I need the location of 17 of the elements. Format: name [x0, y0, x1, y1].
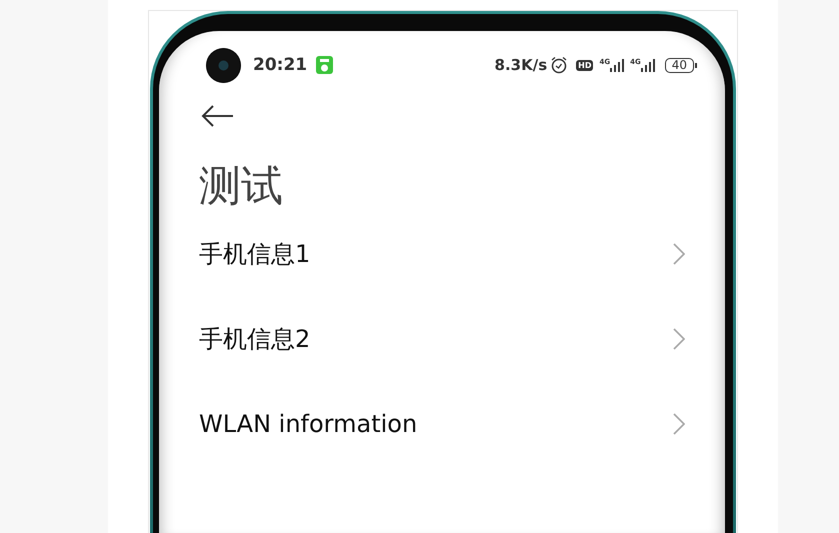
list-item[interactable]: 手机信息1: [199, 211, 685, 296]
list-item[interactable]: 手机信息2: [199, 296, 685, 381]
chevron-icon: [673, 328, 685, 350]
signal-icon: [610, 58, 624, 72]
chevron-icon: [673, 412, 685, 434]
alarm-icon: [550, 56, 568, 74]
camera-icon: [206, 48, 241, 82]
clock: 20:21: [253, 55, 308, 75]
back-icon[interactable]: [201, 105, 235, 127]
network-speed: 8.3K/s: [494, 56, 548, 74]
list-item[interactable]: WLAN information: [199, 381, 685, 466]
battery-level: 40: [664, 58, 694, 72]
signal-icon: [640, 58, 655, 72]
chevron-icon: [673, 242, 685, 264]
page-title: 测试: [199, 161, 284, 211]
app-icon: [316, 56, 334, 74]
hd-badge: HD: [576, 60, 594, 70]
